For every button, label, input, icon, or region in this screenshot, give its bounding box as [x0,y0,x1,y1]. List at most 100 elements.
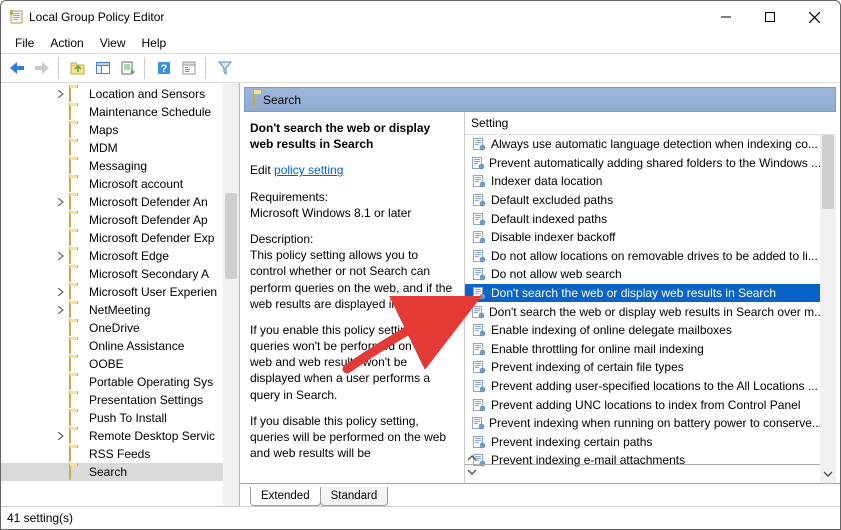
menu-help[interactable]: Help [134,34,175,52]
policy-item-icon [471,173,487,189]
help-button[interactable]: ? [152,57,175,79]
tree-item[interactable]: Push To Install [1,409,223,427]
menu-file[interactable]: File [7,34,42,52]
setting-row[interactable]: Enable indexing of online delegate mailb… [465,321,820,340]
scroll-down-icon[interactable] [820,465,836,483]
list-divider [465,464,820,483]
tab-standard[interactable]: Standard [320,487,389,506]
tree-item[interactable]: Location and Sensors [1,85,223,103]
detail-pane: Search Don't search the web or display w… [240,83,840,506]
setting-row[interactable]: Disable indexer backoff [465,228,820,247]
tree-item[interactable]: RSS Feeds [1,445,223,463]
tree-item[interactable]: Microsoft account [1,175,223,193]
tree-item[interactable]: Maintenance Schedule [1,103,223,121]
close-button[interactable] [792,2,836,32]
setting-row[interactable]: Default excluded paths [465,191,820,210]
setting-row[interactable]: Prevent indexing of certain file types [465,358,820,377]
chevron-right-icon[interactable] [55,304,67,316]
tree-item[interactable]: NetMeeting [1,301,223,319]
tree-item[interactable]: Portable Operating Sys [1,373,223,391]
setting-label: Don't search the web or display web resu… [491,286,776,300]
tree-item-label: Location and Sensors [89,87,205,101]
tree-item[interactable]: Presentation Settings [1,391,223,409]
tree-item[interactable]: Microsoft Secondary A [1,265,223,283]
tree-item-label: Online Assistance [89,339,184,353]
setting-row[interactable]: Indexer data location [465,172,820,191]
folder-icon [69,375,85,389]
description-paragraph: This policy setting allows you to contro… [250,247,456,312]
folder-icon [69,87,85,101]
policy-item-icon [471,378,487,394]
policy-item-icon [471,434,487,450]
tree-item[interactable]: Maps [1,121,223,139]
edit-policy-link[interactable]: policy setting [274,163,343,177]
setting-row[interactable]: Do not allow web search [465,265,820,284]
settings-scrollbar[interactable] [820,135,836,483]
tree-item-label: Microsoft Defender An [89,195,208,209]
tree-item[interactable]: Microsoft Edge [1,247,223,265]
tree-item[interactable]: Microsoft Defender Exp [1,229,223,247]
policy-item-icon [471,285,487,301]
tree-item[interactable]: Online Assistance [1,337,223,355]
tree[interactable]: Location and Sensors Maintenance Schedule… [1,83,223,483]
setting-row[interactable]: Default indexed paths [465,209,820,228]
chevron-right-icon[interactable] [55,88,67,100]
app-window: Local Group Policy Editor File Action Vi… [0,0,841,530]
setting-row[interactable]: Prevent indexing certain paths [465,433,820,452]
setting-row[interactable]: Prevent adding UNC locations to index fr… [465,395,820,414]
folder-icon [69,339,85,353]
setting-row[interactable]: Always use automatic language detection … [465,135,820,154]
chevron-right-icon[interactable] [55,250,67,262]
maximize-button[interactable] [748,2,792,32]
up-folder-button[interactable] [66,57,89,79]
tree-item[interactable]: Microsoft Defender Ap [1,211,223,229]
tree-item[interactable]: Remote Desktop Servic [1,427,223,445]
settings-list[interactable]: Always use automatic language detection … [465,135,836,483]
filter-button[interactable] [213,57,236,79]
setting-row[interactable]: Prevent adding user-specified locations … [465,377,820,396]
toolbar-separator [58,57,61,79]
setting-row[interactable]: Prevent automatically adding shared fold… [465,154,820,173]
folder-icon [69,285,85,299]
nav-back-button[interactable] [5,57,28,79]
tree-item[interactable]: Search [1,463,223,481]
setting-row[interactable]: Don't search the web or display web resu… [465,284,820,303]
folder-icon [69,177,85,191]
toolbar-separator [205,57,208,79]
settings-column-header[interactable]: Setting [465,112,836,135]
export-list-button[interactable] [116,57,139,79]
toolbar-separator [144,57,147,79]
setting-label: Prevent indexing certain paths [491,435,652,449]
tree-item[interactable]: OOBE [1,355,223,373]
menu-view[interactable]: View [92,34,134,52]
menu-action[interactable]: Action [42,34,91,52]
tree-scrollbar-thumb[interactable] [225,193,237,279]
tree-item[interactable]: Microsoft User Experien [1,283,223,301]
chevron-right-icon[interactable] [55,430,67,442]
tree-item[interactable]: Messaging [1,157,223,175]
show-pane-button[interactable] [91,57,114,79]
tree-item-label: Microsoft Defender Exp [89,231,214,245]
tree-item[interactable]: Microsoft Defender An [1,193,223,211]
properties-button[interactable] [177,57,200,79]
setting-row[interactable]: Do not allow locations on removable driv… [465,247,820,266]
tree-item[interactable]: MDM [1,139,223,157]
setting-label: Always use automatic language detection … [491,137,818,151]
description-pane: Don't search the web or display web resu… [244,112,465,483]
policy-item-icon [471,136,487,152]
setting-row[interactable]: Don't search the web or display web resu… [465,302,820,321]
tab-extended[interactable]: Extended [250,487,321,506]
tree-item[interactable]: OneDrive [1,319,223,337]
setting-row[interactable]: Enable throttling for online mail indexi… [465,340,820,359]
chevron-right-icon[interactable] [55,196,67,208]
setting-label: Prevent automatically adding shared fold… [489,156,820,170]
policy-item-icon [471,415,485,431]
minimize-button[interactable] [704,2,748,32]
tree-item-label: Microsoft Defender Ap [89,213,208,227]
settings-scrollbar-thumb[interactable] [822,135,834,209]
description-paragraph: If you enable this policy setting, queri… [250,322,456,403]
chevron-right-icon[interactable] [55,286,67,298]
nav-forward-button[interactable] [30,57,53,79]
tree-scrollbar[interactable] [223,83,239,506]
setting-row[interactable]: Prevent indexing when running on battery… [465,414,820,433]
